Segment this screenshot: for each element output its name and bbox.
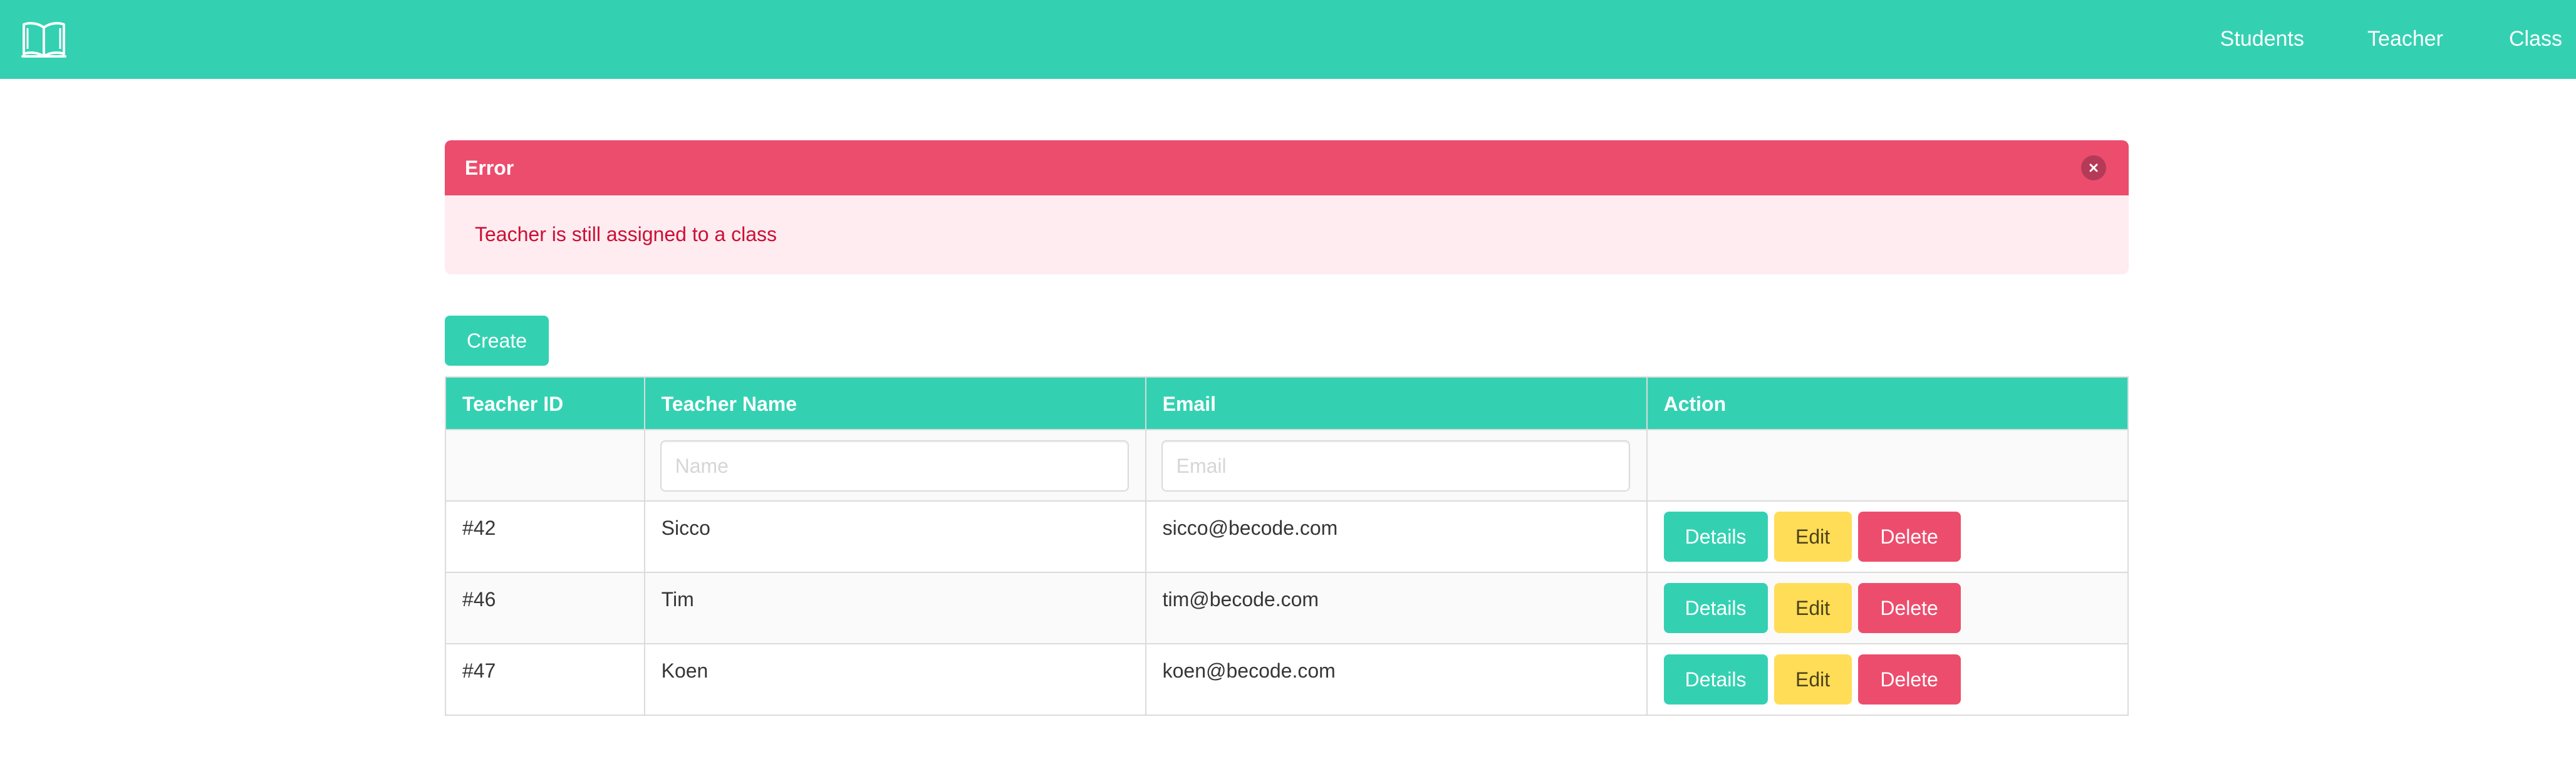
edit-button[interactable]: Edit: [1774, 583, 1852, 633]
teacher-table: Teacher ID Teacher Name Email Action #42…: [445, 376, 2129, 716]
email-filter-input[interactable]: [1161, 440, 1630, 492]
cell-teacher-name: Sicco: [643, 500, 1146, 573]
row-actions: Details Edit Delete: [1663, 512, 2111, 562]
close-icon[interactable]: [2081, 155, 2106, 180]
details-button[interactable]: Details: [1663, 654, 1768, 704]
delete-button[interactable]: Delete: [1857, 512, 1961, 562]
cell-teacher-id: #47: [445, 643, 645, 716]
cell-teacher-name: Tim: [643, 572, 1146, 644]
nav-class-link[interactable]: Class: [2509, 25, 2562, 53]
cell-email: tim@becode.com: [1145, 572, 1648, 644]
create-button[interactable]: Create: [445, 316, 549, 366]
error-title: Error: [465, 157, 514, 179]
header-email: Email: [1145, 376, 1648, 430]
table-row: #46 Tim tim@becode.com Details Edit Dele…: [445, 572, 2129, 644]
header-teacher-name: Teacher Name: [643, 376, 1146, 430]
error-message: Error Teacher is still assigned to a cla…: [445, 140, 2129, 274]
delete-button[interactable]: Delete: [1857, 654, 1961, 704]
table-row: #47 Koen koen@becode.com Details Edit De…: [445, 643, 2129, 716]
table-header-row: Teacher ID Teacher Name Email Action: [445, 376, 2129, 430]
cell-email: koen@becode.com: [1145, 643, 1648, 716]
cell-teacher-name: Koen: [643, 643, 1146, 716]
cell-actions: Details Edit Delete: [1646, 500, 2129, 573]
cell-actions: Details Edit Delete: [1646, 643, 2129, 716]
table-row: #42 Sicco sicco@becode.com Details Edit …: [445, 500, 2129, 573]
delete-button[interactable]: Delete: [1857, 583, 1961, 633]
filter-row: [445, 429, 2129, 502]
nav-teacher-link[interactable]: Teacher: [2367, 25, 2443, 53]
nav-students-link[interactable]: Students: [2220, 25, 2304, 53]
cell-teacher-id: #42: [445, 500, 645, 573]
cell-teacher-id: #46: [445, 572, 645, 644]
cell-email: sicco@becode.com: [1145, 500, 1648, 573]
filter-cell-id: [445, 429, 645, 502]
header-teacher-id: Teacher ID: [445, 376, 645, 430]
navbar: Students Teacher Class: [0, 0, 2576, 79]
filter-cell-name: [643, 429, 1146, 502]
open-book-icon[interactable]: [21, 19, 66, 59]
filter-cell-action: [1646, 429, 2129, 502]
details-button[interactable]: Details: [1663, 583, 1768, 633]
header-action: Action: [1646, 376, 2129, 430]
edit-button[interactable]: Edit: [1774, 654, 1852, 704]
row-actions: Details Edit Delete: [1663, 654, 2111, 704]
row-actions: Details Edit Delete: [1663, 583, 2111, 633]
name-filter-input[interactable]: [660, 440, 1129, 492]
cell-actions: Details Edit Delete: [1646, 572, 2129, 644]
details-button[interactable]: Details: [1663, 512, 1768, 562]
error-message-body: Teacher is still assigned to a class: [475, 223, 777, 245]
filter-cell-email: [1145, 429, 1648, 502]
edit-button[interactable]: Edit: [1774, 512, 1852, 562]
error-message-header: Error: [445, 140, 2129, 195]
